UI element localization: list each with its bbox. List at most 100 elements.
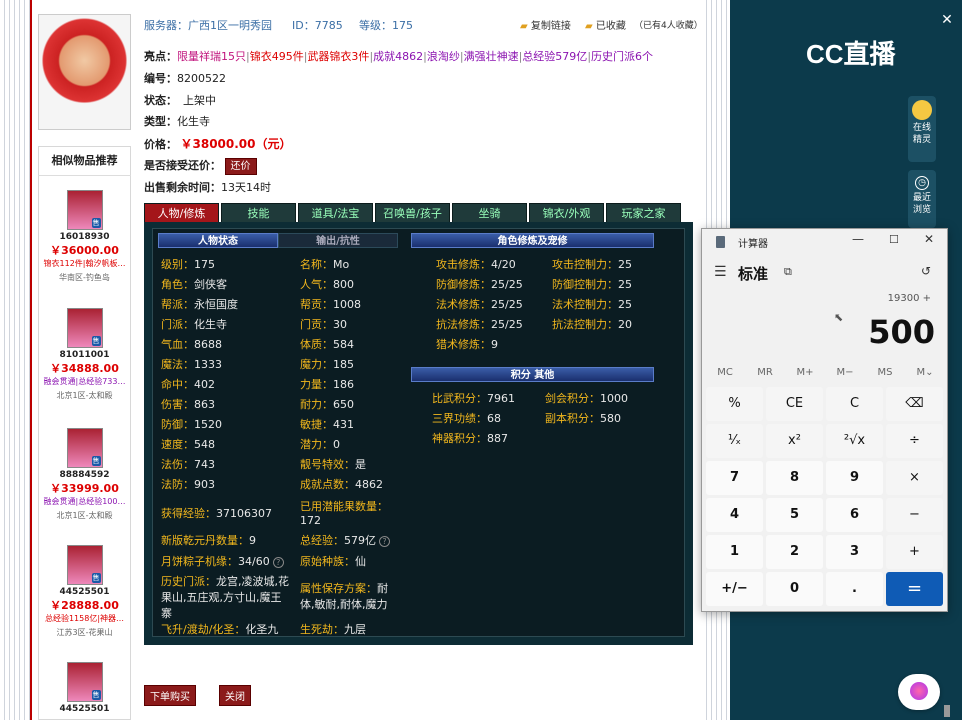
level-info: 等级：175	[359, 17, 413, 33]
calculator-app-icon	[716, 236, 725, 248]
calc-key[interactable]: %	[706, 387, 763, 421]
help-icon[interactable]: ?	[272, 557, 284, 568]
calc-key[interactable]: C	[826, 387, 883, 421]
score-1-label: 三界功绩：	[432, 412, 487, 425]
calc-key[interactable]: 5	[766, 498, 823, 532]
buy-button[interactable]: 下单购买	[144, 685, 196, 706]
memory-key-0[interactable]: MC	[705, 367, 745, 378]
similar-item[interactable]: 售 81011001 ￥34888.00 融会贯通|总经验733… 北京1区-太和殿	[38, 308, 131, 401]
calc-key[interactable]: ²√x	[826, 424, 883, 458]
online-assistant-label: 在线精灵	[912, 123, 931, 145]
similar-item-id: 88884592	[59, 470, 110, 480]
memory-key-5[interactable]: M⌄	[905, 367, 945, 378]
stat-1-label: 角色：	[161, 278, 194, 291]
online-assistant-button[interactable]: 在线精灵	[908, 96, 936, 162]
floating-brain-button[interactable]	[898, 674, 940, 710]
maximize-icon[interactable]: ☐	[889, 233, 899, 246]
history-icon[interactable]: ↺	[921, 264, 931, 278]
favorite-label: 已收藏	[595, 21, 626, 32]
calc-key[interactable]: 4	[706, 498, 763, 532]
stat-1: 角色：剑侠客	[161, 276, 227, 292]
similar-item-desc: 锦衣112件|翰汐帆板…	[43, 259, 126, 268]
similar-item[interactable]: 售 44525501	[38, 662, 131, 717]
close-icon[interactable]: ✕	[924, 232, 934, 246]
close-icon[interactable]: ✕	[938, 12, 956, 30]
totalexp-row: 总经验：579亿?	[300, 532, 390, 548]
potential-row-value: 172	[300, 514, 321, 527]
similar-item[interactable]: 售 88884592 ￥33999.00 融会贯通|总经验100… 北京1区-太和殿	[38, 428, 131, 521]
sale-badge: 售	[91, 573, 101, 583]
stat2-8-value: 431	[333, 418, 354, 431]
attr-row-label: 属性保存方案：	[300, 582, 377, 595]
bargain-button[interactable]: 还价	[224, 158, 257, 175]
stat-3-label: 门派：	[161, 318, 194, 331]
calc-key[interactable]: 1	[706, 535, 763, 569]
menu-icon[interactable]: ☰	[714, 264, 727, 280]
calc-key[interactable]: +/−	[706, 572, 763, 606]
close-button[interactable]: 关闭	[219, 685, 251, 706]
calc-key[interactable]: 2	[766, 535, 823, 569]
stat-8-label: 防御：	[161, 418, 194, 431]
calc-key[interactable]: =	[886, 572, 943, 606]
score2-0-value: 1000	[600, 392, 628, 405]
similar-item-server: 北京1区-太和殿	[56, 391, 113, 400]
exp-row-value: 37106307	[216, 507, 272, 520]
calc-key[interactable]: ¹⁄ₓ	[706, 424, 763, 458]
minimize-icon[interactable]: —	[852, 232, 864, 246]
tab-3[interactable]: 召唤兽/孩子	[375, 203, 450, 223]
calc-key[interactable]: +	[886, 535, 943, 569]
control-2-value: 25	[618, 298, 632, 311]
calc-key[interactable]: 3	[826, 535, 883, 569]
price-row: 价格： ￥38000.00（元）	[144, 135, 292, 152]
attr-row: 属性保存方案：耐体,敏耐,耐体,魔力	[300, 580, 395, 612]
similar-item-price: ￥28888.00	[50, 599, 119, 612]
stat2-3-value: 30	[333, 318, 347, 331]
xiulian-3-value: 25/25	[491, 318, 523, 331]
clock-icon: ◷	[915, 176, 929, 190]
scrollbar-thumb[interactable]	[944, 705, 950, 717]
score2-1-value: 580	[600, 412, 621, 425]
calc-key[interactable]: ⌫	[886, 387, 943, 421]
calc-key[interactable]: 6	[826, 498, 883, 532]
number-row: 编号：8200522	[144, 70, 226, 86]
stat2-11: 成就点数：4862	[300, 476, 383, 492]
stat-2: 帮派：永恒国度	[161, 296, 238, 312]
stat-10-value: 743	[194, 458, 215, 471]
calc-key[interactable]: 0	[766, 572, 823, 606]
calc-key[interactable]: 9	[826, 461, 883, 495]
calc-key[interactable]: ×	[886, 461, 943, 495]
calc-key[interactable]: −	[886, 498, 943, 532]
stat-2-label: 帮派：	[161, 298, 194, 311]
tab-6[interactable]: 玩家之家	[606, 203, 681, 223]
tab-1[interactable]: 技能	[221, 203, 296, 223]
highlight-item: 锦衣495件	[249, 50, 304, 63]
score-2-label: 神器积分：	[432, 432, 487, 445]
tab-2[interactable]: 道具/法宝	[298, 203, 373, 223]
similar-item[interactable]: 售 16018930 ￥36000.00 锦衣112件|翰汐帆板… 华南区-钓鱼岛	[38, 190, 131, 283]
calc-key[interactable]: CE	[766, 387, 823, 421]
favorite-button[interactable]: ▰ 已收藏	[585, 17, 626, 32]
recent-browse-button[interactable]: ◷ 最近浏览	[908, 170, 936, 228]
memory-key-4[interactable]: MS	[865, 367, 905, 378]
tab-0[interactable]: 人物/修炼	[144, 203, 219, 223]
id-label: ID：	[292, 19, 315, 32]
calc-key[interactable]: 7	[706, 461, 763, 495]
calc-key[interactable]: x²	[766, 424, 823, 458]
stat2-8-label: 敏捷：	[300, 418, 333, 431]
memory-key-1[interactable]: MR	[745, 367, 785, 378]
tab-4[interactable]: 坐骑	[452, 203, 527, 223]
feisheng-row: 飞升/渡劫/化圣：化圣九	[161, 621, 278, 637]
stat2-6-value: 186	[333, 378, 354, 391]
calc-key[interactable]: 8	[766, 461, 823, 495]
tab-5[interactable]: 锦衣/外观	[529, 203, 604, 223]
keep-on-top-icon[interactable]: ⧉	[784, 265, 792, 279]
similar-item[interactable]: 售 44525501 ￥28888.00 总经验1158亿|神器… 江苏3区-花果山	[38, 545, 131, 638]
memory-key-2[interactable]: M+	[785, 367, 825, 378]
similar-item-desc: 融会贯通|总经验100…	[43, 497, 126, 506]
help-icon[interactable]: ?	[379, 536, 390, 547]
copy-link-button[interactable]: ▰ 复制链接	[520, 17, 571, 32]
calc-key[interactable]: ÷	[886, 424, 943, 458]
similar-item-desc: 融会贯通|总经验733…	[43, 377, 126, 386]
calc-key[interactable]: .	[826, 572, 883, 606]
memory-key-3[interactable]: M−	[825, 367, 865, 378]
